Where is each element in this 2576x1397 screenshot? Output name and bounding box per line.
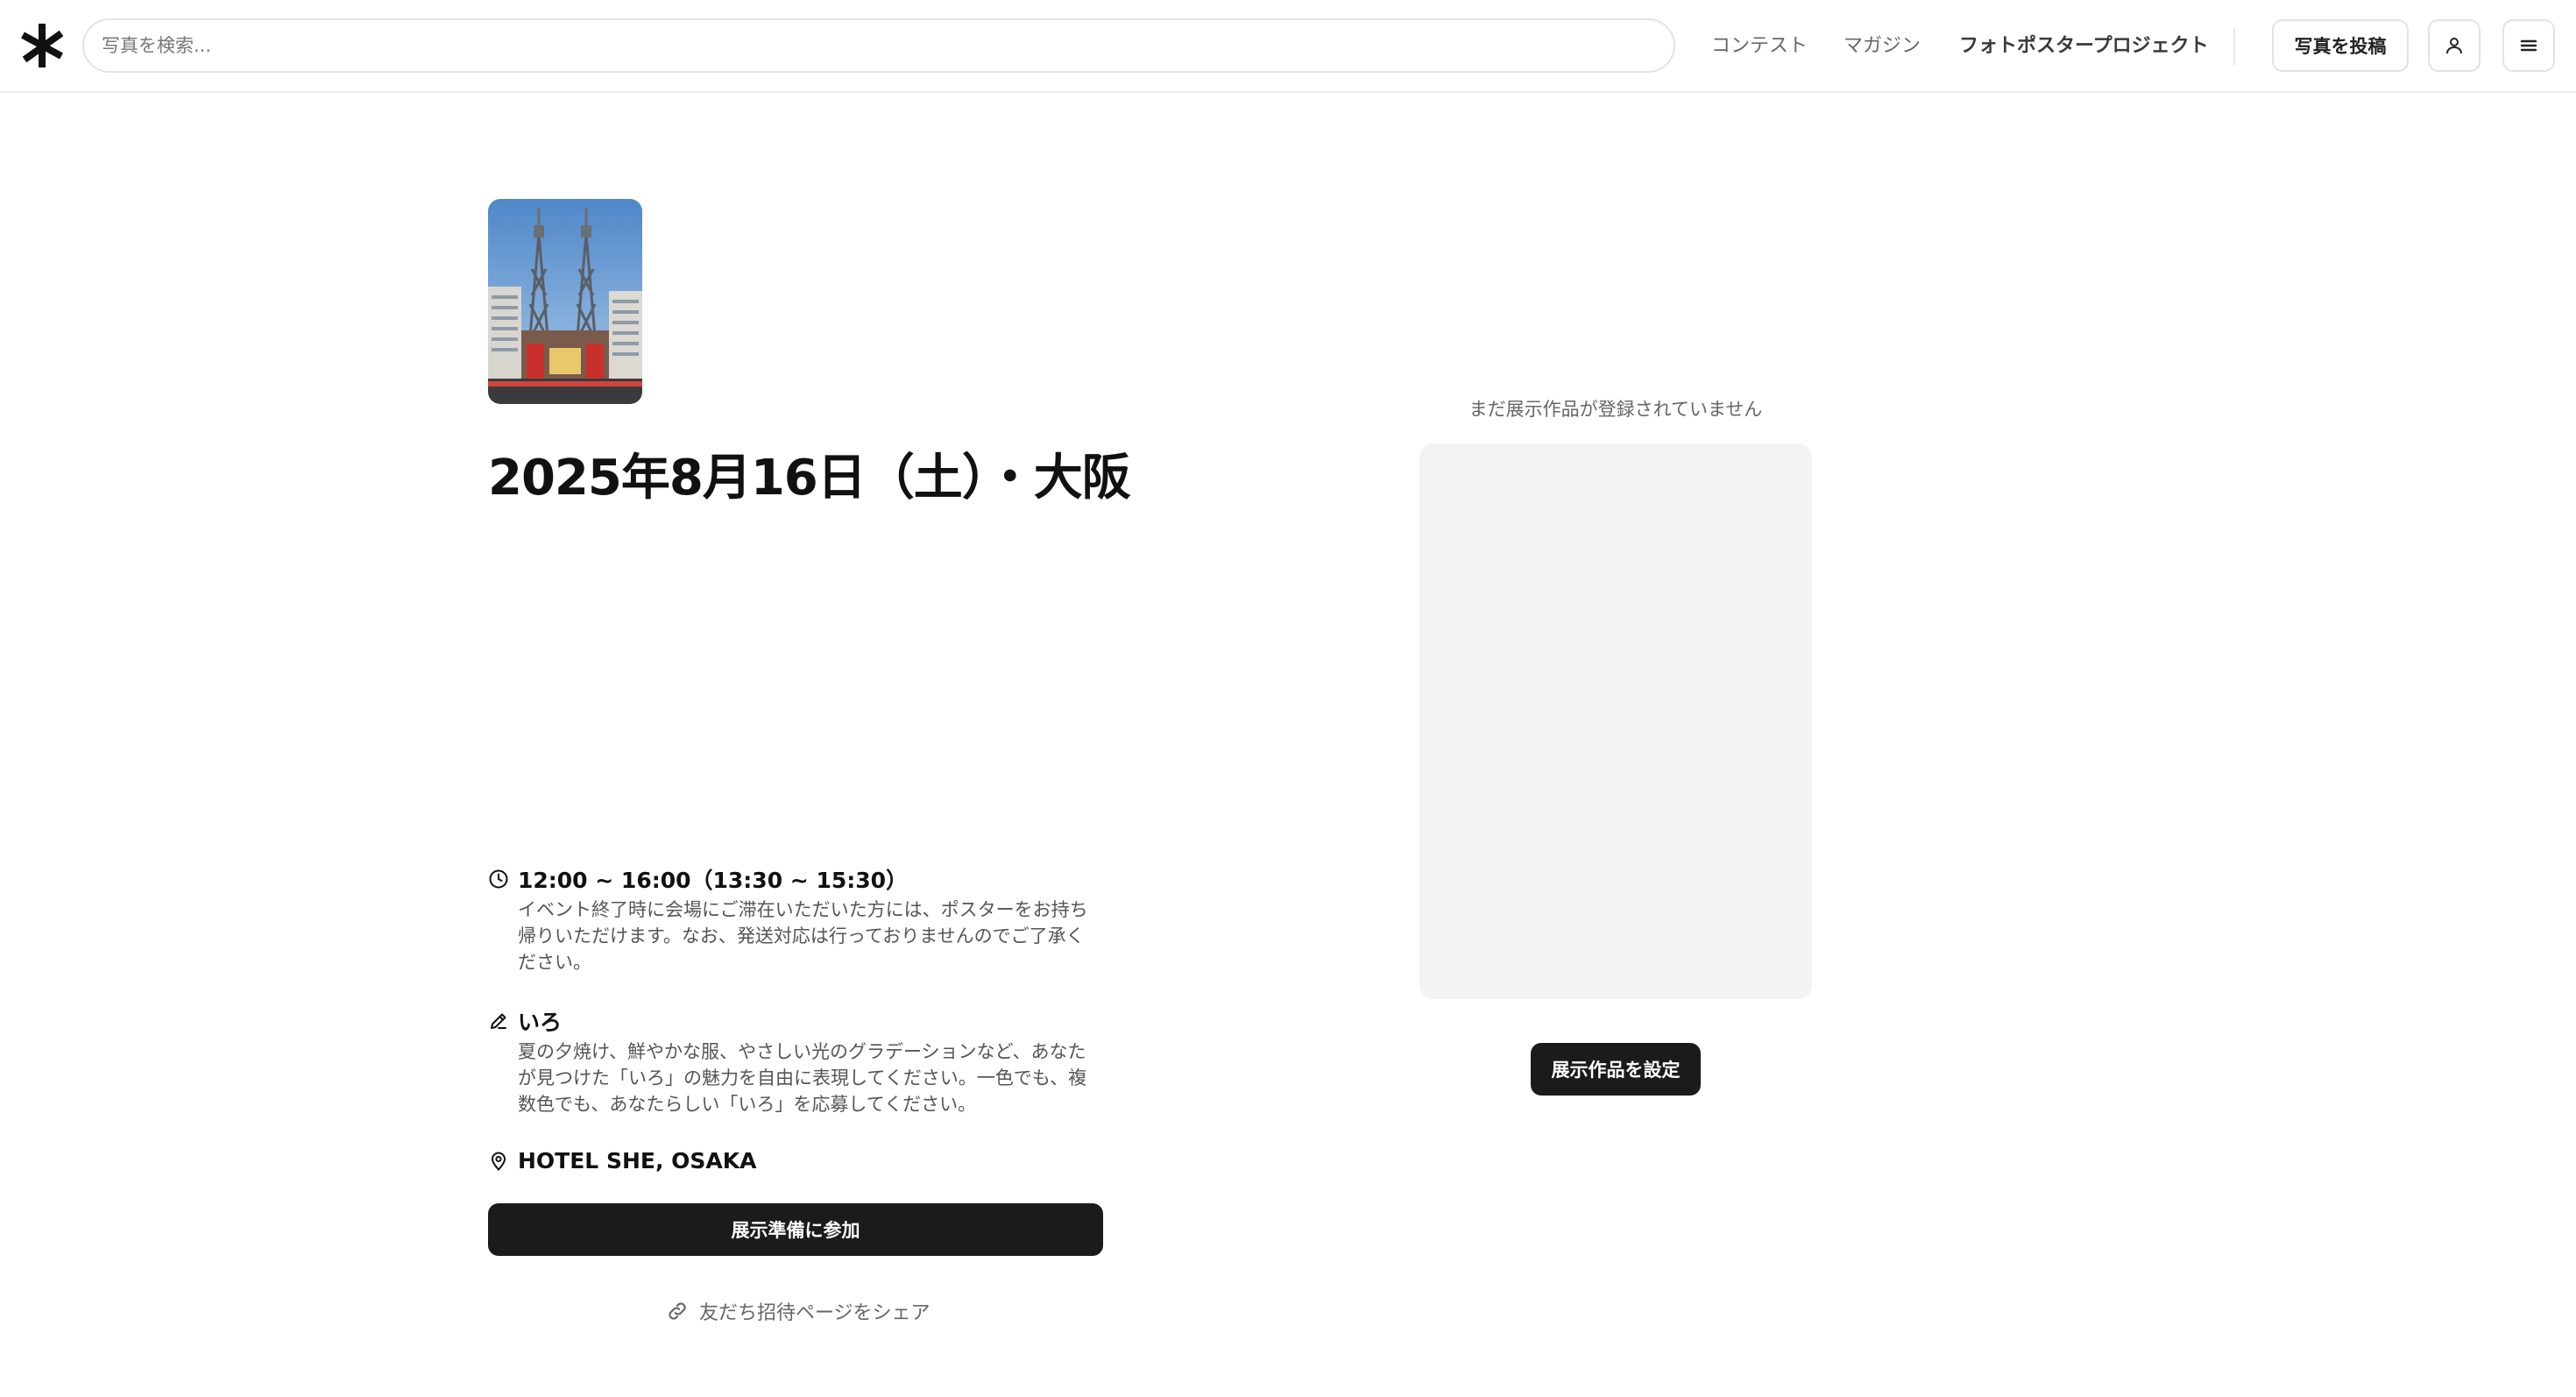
exhibit-placeholder-card: [1419, 443, 1812, 999]
clock-icon: [488, 868, 511, 890]
event-theme: いろ: [518, 1010, 563, 1035]
asterisk-logo-icon[interactable]: [18, 21, 67, 70]
event-theme-description: 夏の夕焼け、鮮やかな服、やさしい光のグラデーションなど、あなたが見つけた「いろ」…: [518, 1041, 1087, 1115]
map-pin-icon: [488, 1150, 511, 1173]
no-exhibit-message: まだ展示作品が登録されていません: [1468, 399, 1763, 420]
nav-photo-poster-project[interactable]: フォトポスタープロジェクト: [1959, 30, 2209, 58]
link-icon: [666, 1300, 689, 1323]
event-time-row: 12:00 ~ 16:00（13:30 ~ 15:30）: [488, 863, 908, 895]
user-icon: [2446, 38, 2462, 54]
search-input[interactable]: [102, 20, 1674, 71]
upload-photo-button[interactable]: 写真を投稿: [2272, 19, 2409, 72]
search-bar[interactable]: [82, 18, 1675, 73]
set-exhibit-work-button[interactable]: 展示作品を設定: [1531, 1043, 1701, 1096]
event-time-description: イベント終了時に会場にご滞在いただいた方には、ポスターをお持ち帰りいただけます。…: [518, 899, 1088, 973]
menu-button[interactable]: [2502, 19, 2555, 72]
hamburger-menu-icon: [2520, 39, 2537, 52]
join-exhibition-prep-button[interactable]: 展示準備に参加: [488, 1203, 1103, 1256]
event-venue: HOTEL SHE, OSAKA: [518, 1148, 757, 1174]
pencil-icon: [488, 1010, 511, 1032]
user-account-button[interactable]: [2428, 19, 2480, 72]
event-title: 2025年8月16日（土）・大阪: [488, 450, 1131, 507]
event-thumbnail-image: [488, 199, 642, 404]
share-invite-label: 友だち招待ページをシェア: [699, 1302, 931, 1324]
nav-magazine[interactable]: マガジン: [1844, 30, 1921, 58]
nav-divider: [2233, 28, 2235, 65]
event-theme-row: いろ: [488, 1005, 562, 1037]
top-header: コンテスト マガジン フォトポスタープロジェクト 写真を投稿: [0, 0, 2576, 93]
event-venue-row: HOTEL SHE, OSAKA: [488, 1148, 756, 1174]
event-time: 12:00 ~ 16:00（13:30 ~ 15:30）: [518, 868, 909, 893]
share-invite-link[interactable]: 友だち招待ページをシェア: [666, 1297, 931, 1325]
nav-contest[interactable]: コンテスト: [1711, 30, 1808, 58]
